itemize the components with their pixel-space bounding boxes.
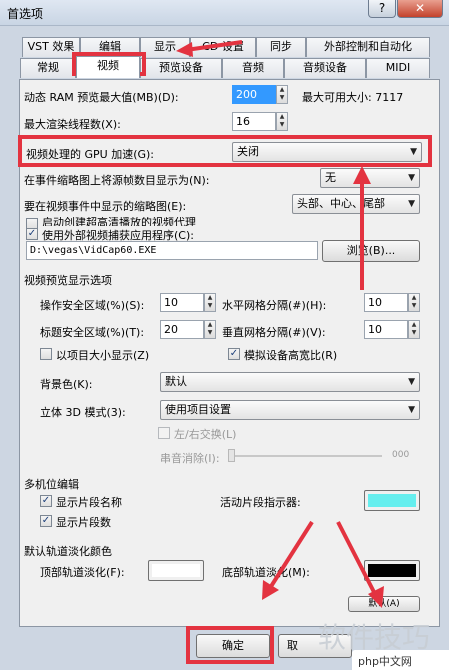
vgrid-input[interactable]: 10 <box>364 320 408 339</box>
show-clip-numbers-label: 显示片段数 <box>56 516 111 529</box>
action-safe-spinner[interactable]: ▲ ▼ <box>204 293 216 312</box>
thumb-frames-select[interactable]: 无 ▼ <box>320 168 420 188</box>
show-clip-names-checkbox[interactable]: ✓ <box>40 495 52 507</box>
show-clip-numbers-checkbox[interactable]: ✓ <box>40 515 52 527</box>
hgrid-spinner[interactable]: ▲ ▼ <box>408 293 420 312</box>
crosstalk-value: 000 <box>392 450 410 460</box>
title-safe-spinner[interactable]: ▲ ▼ <box>204 320 216 339</box>
tab-cd-settings[interactable]: CD 设置 <box>190 37 256 57</box>
chevron-down-icon: ▼ <box>408 173 415 183</box>
render-threads-spinner[interactable]: ▲ ▼ <box>276 112 288 131</box>
bg-color-label: 背景色(K): <box>40 378 93 391</box>
project-size-checkbox[interactable] <box>40 348 52 360</box>
action-safe-input[interactable]: 10 <box>160 293 204 312</box>
chevron-down-icon: ▼ <box>408 405 415 415</box>
browse-button[interactable]: 浏览(B)... <box>322 240 420 262</box>
crosstalk-slider-track[interactable] <box>232 455 382 457</box>
watermark-logo: php中文网 <box>352 650 449 670</box>
tab-general[interactable]: 常规 <box>20 58 76 78</box>
thumb-frames-value: 无 <box>325 171 336 184</box>
thumb-images-label: 要在视频事件中显示的缩略图(E): <box>24 200 187 213</box>
help-button[interactable]: ? <box>368 0 396 18</box>
window-title: 首选项 <box>7 7 44 21</box>
aspect-label: 模拟设备高宽比(R) <box>244 349 338 362</box>
swap-lr-label: 左/右交换(L) <box>174 428 237 441</box>
hgrid-label: 水平网格分隔(#)(H): <box>222 299 327 312</box>
proxy-label: 启动创建超高清播放的视频代理 <box>42 217 196 226</box>
preview-section-title: 视频预览显示选项 <box>24 274 112 287</box>
tab-audio-device[interactable]: 音频设备 <box>284 58 366 78</box>
stereo-3d-label: 立体 3D 模式(3): <box>40 406 126 419</box>
chevron-down-icon: ▼ <box>408 199 415 209</box>
multicam-section-title: 多机位编辑 <box>24 478 79 491</box>
stereo-3d-select[interactable]: 使用项目设置 ▼ <box>160 400 420 420</box>
top-fade-swatch <box>152 564 200 577</box>
bg-color-select[interactable]: 默认 ▼ <box>160 372 420 392</box>
ram-preview-label: 动态 RAM 预览最大值(MB)(D): <box>24 91 179 104</box>
bottom-fade-color-button[interactable] <box>364 560 420 581</box>
project-size-label: 以项目大小显示(Z) <box>56 349 150 362</box>
vgrid-label: 垂直网格分隔(#)(V): <box>222 326 326 339</box>
thumb-frames-label: 在事件缩略图上将源帧数目显示为(N): <box>24 174 210 187</box>
stereo-3d-value: 使用项目设置 <box>165 403 231 416</box>
show-clip-names-label: 显示片段名称 <box>56 496 122 509</box>
tab-midi[interactable]: MIDI <box>366 58 430 78</box>
crosstalk-label: 串音消除(I): <box>160 452 220 465</box>
top-fade-color-button[interactable] <box>148 560 204 581</box>
chevron-down-icon: ▼ <box>410 147 417 157</box>
thumb-images-value: 头部、中心、尾部 <box>297 197 385 210</box>
ram-max-label: 最大可用大小: 7117 <box>302 91 404 104</box>
thumb-images-select[interactable]: 头部、中心、尾部 ▼ <box>292 194 420 214</box>
title-bar: 首选项 ? ✕ <box>0 0 449 26</box>
tab-sync[interactable]: 同步 <box>256 37 306 57</box>
gpu-accel-label: 视频处理的 GPU 加速(G): <box>26 148 155 161</box>
active-indicator-color-button[interactable] <box>364 490 420 511</box>
defaults-button[interactable]: 默认(A) <box>348 596 420 612</box>
fade-section-title: 默认轨道淡化颜色 <box>24 545 112 558</box>
swap-lr-checkbox[interactable] <box>158 427 170 439</box>
aspect-checkbox[interactable]: ✓ <box>228 348 240 360</box>
active-indicator-label: 活动片段指示器: <box>220 496 301 509</box>
ext-capture-path[interactable]: D:\vegas\VidCap60.EXE <box>26 241 318 260</box>
bottom-fade-label: 底部轨道淡化(M): <box>222 566 310 579</box>
ram-preview-input[interactable]: 200 <box>232 85 276 104</box>
ram-preview-spinner[interactable]: ▲ ▼ <box>276 85 288 104</box>
hgrid-input[interactable]: 10 <box>364 293 408 312</box>
gpu-accel-select[interactable]: 关闭 ▼ <box>232 142 422 162</box>
tab-video[interactable]: 视频 <box>76 56 140 78</box>
watermark-logo-text: php中文网 <box>358 655 412 668</box>
tab-edit[interactable]: 编辑 <box>80 37 140 57</box>
title-safe-label: 标题安全区域(%)(T): <box>40 326 145 339</box>
tab-display[interactable]: 显示 <box>140 37 190 57</box>
chevron-down-icon: ▼ <box>408 377 415 387</box>
bg-color-value: 默认 <box>165 375 187 388</box>
ok-button[interactable]: 确定 <box>196 634 270 658</box>
close-button[interactable]: ✕ <box>397 0 443 18</box>
active-indicator-swatch <box>368 494 416 507</box>
vgrid-spinner[interactable]: ▲ ▼ <box>408 320 420 339</box>
tab-external-control[interactable]: 外部控制和自动化 <box>306 37 430 57</box>
title-safe-input[interactable]: 20 <box>160 320 204 339</box>
gpu-accel-value: 关闭 <box>237 145 259 158</box>
action-safe-label: 操作安全区域(%)(S): <box>40 299 145 312</box>
bottom-fade-swatch <box>368 564 416 577</box>
tab-preview-device[interactable]: 预览设备 <box>140 58 222 78</box>
render-threads-label: 最大渲染线程数(X): <box>24 118 121 131</box>
tab-audio[interactable]: 音频 <box>222 58 284 78</box>
ext-capture-checkbox[interactable]: ✓ <box>26 228 38 240</box>
tab-vst-effects[interactable]: VST 效果 <box>22 37 80 57</box>
top-fade-label: 顶部轨道淡化(F): <box>40 566 125 579</box>
crosstalk-slider-thumb[interactable] <box>228 449 235 462</box>
render-threads-input[interactable]: 16 <box>232 112 276 131</box>
